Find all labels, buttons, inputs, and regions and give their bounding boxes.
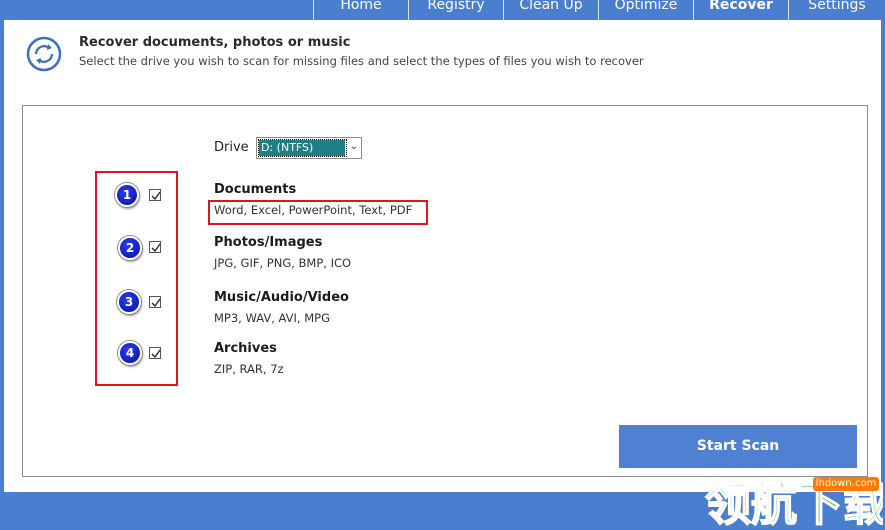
documents-desc: Word, Excel, PowerPoint, Text, PDF [214, 203, 413, 217]
music-checkbox[interactable] [149, 296, 161, 308]
checkmark-icon [151, 191, 161, 201]
step-badge-1: 1 [115, 183, 139, 207]
photos-desc: JPG, GIF, PNG, BMP, ICO [214, 256, 352, 270]
page-subtitle: Select the drive you wish to scan for mi… [79, 54, 644, 68]
tab-settings[interactable]: Settings [788, 0, 885, 20]
drive-select[interactable]: D: (NTFS) ⌄ [256, 137, 362, 159]
page-title: Recover documents, photos or music [79, 35, 351, 50]
music-title: Music/Audio/Video [214, 290, 349, 305]
recover-circle-arrows-icon [26, 36, 62, 72]
step-badge-3: 3 [117, 290, 141, 314]
music-desc: MP3, WAV, AVI, MPG [214, 311, 331, 325]
step-badge-2: 2 [118, 236, 142, 260]
tab-bar: Home Registry Clean Up Optimize Recover … [0, 0, 885, 20]
start-scan-button[interactable]: Start Scan [619, 425, 857, 468]
tab-registry[interactable]: Registry [408, 0, 503, 20]
tab-recover[interactable]: Recover [693, 0, 788, 20]
photos-checkbox[interactable] [149, 241, 161, 253]
tab-optimize[interactable]: Optimize [598, 0, 693, 20]
archives-checkbox[interactable] [149, 347, 161, 359]
checkmark-icon [151, 298, 161, 308]
documents-title: Documents [214, 182, 297, 197]
tab-home[interactable]: Home [313, 0, 408, 20]
documents-checkbox[interactable] [149, 189, 161, 201]
tab-clean-up[interactable]: Clean Up [503, 0, 598, 20]
step-badge-4: 4 [118, 341, 142, 365]
photos-title: Photos/Images [214, 235, 323, 250]
checkmark-icon [151, 243, 161, 253]
focus-outline [258, 139, 347, 157]
watermark-url: lhdown.com [813, 477, 879, 491]
drive-label: Drive [214, 140, 249, 155]
archives-title: Archives [214, 341, 277, 356]
archives-desc: ZIP, RAR, 7z [214, 362, 284, 376]
chevron-down-icon: ⌄ [349, 141, 358, 152]
checkmark-icon [151, 349, 161, 359]
